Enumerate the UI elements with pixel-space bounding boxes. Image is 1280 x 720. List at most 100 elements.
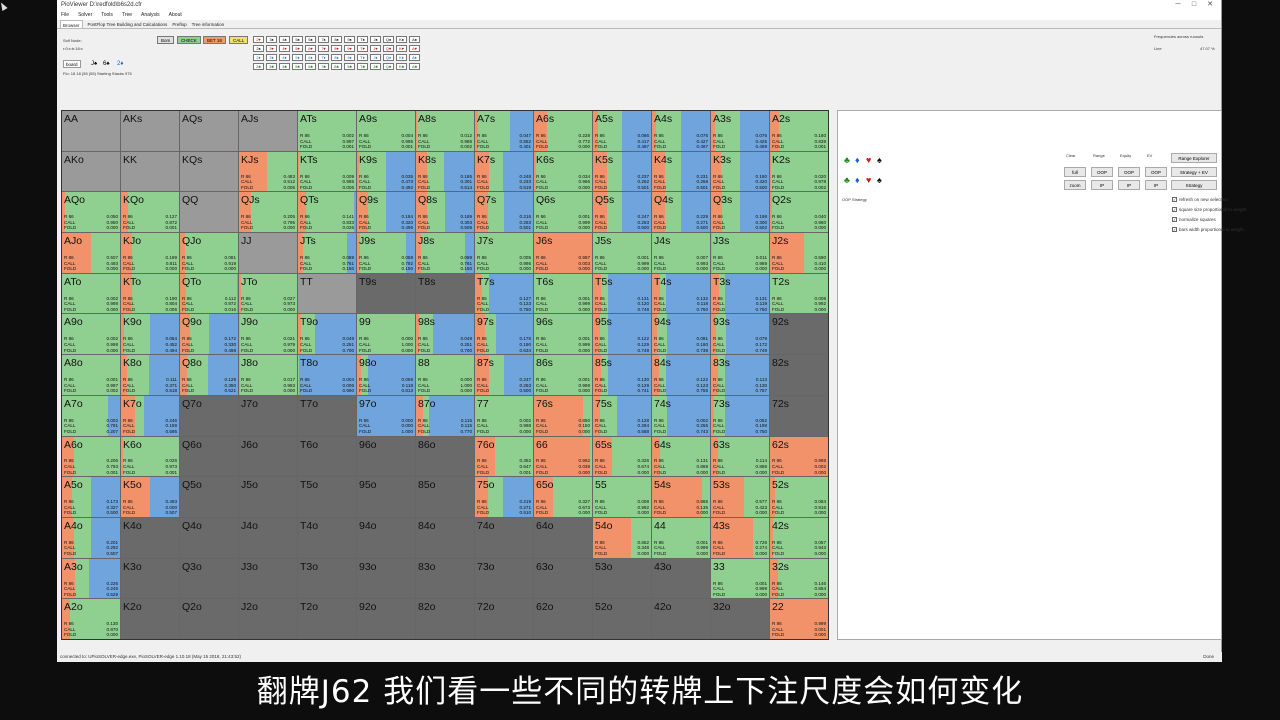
hand-cell[interactable]: 88 R 86 0.000 CALL 1.000 FOLD 0.000	[416, 355, 474, 395]
hand-cell[interactable]: T3s R 86 0.131 CALL 0.119 FOLD 0.750	[711, 273, 769, 314]
hand-cell[interactable]: 85s R 86 0.130 CALL 0.129 FOLD 0.741	[593, 355, 651, 395]
hand-cell[interactable]: K9o R 86 0.054 CALL 0.452 FOLD 0.494	[121, 314, 179, 355]
hand-cell[interactable]: ATs R 86 0.002 CALL 0.997 FOLD 0.001	[298, 111, 356, 151]
turn-card[interactable]: 7♦	[318, 54, 329, 61]
equity-label[interactable]: Equity	[1120, 153, 1131, 158]
hand-cell[interactable]: 97o R 86 0.000 CALL 0.000 FOLD 1.000	[357, 395, 415, 436]
hand-cell[interactable]: Q7s R 86 0.216 CALL 0.283 FOLD 0.501	[475, 192, 533, 233]
hand-cell[interactable]: Q8s R 86 0.189 CALL 0.303 FOLD 0.508	[416, 192, 474, 233]
hand-cell[interactable]: 99 R 86 0.000 CALL 1.000 FOLD 0.000	[357, 314, 415, 355]
turn-card[interactable]: 8♣	[331, 63, 342, 70]
hand-cell[interactable]: K8o R 86 0.111 CALL 0.371 FOLD 0.518	[121, 355, 179, 395]
hand-cell[interactable]: 54o R 86 0.652 CALL 0.348 FOLD 0.000	[593, 517, 651, 558]
turn-card[interactable]: 7♣	[318, 63, 329, 70]
turn-card[interactable]: 8♥	[331, 45, 342, 52]
equity-oop-button[interactable]: OOP	[1118, 167, 1140, 177]
hand-cell[interactable]: J8s R 86 0.089 CALL 0.761 FOLD 0.150	[416, 233, 474, 273]
hand-cell[interactable]: 52s R 86 0.084 CALL 0.916 FOLD 0.000	[770, 477, 828, 517]
minimize-icon[interactable]: ─	[1173, 0, 1183, 10]
turn-card[interactable]: A♥	[409, 45, 420, 52]
turn-card[interactable]: 6♣	[305, 63, 316, 70]
hand-cell[interactable]: KQo R 86 0.127 CALL 0.872 FOLD 0.001	[121, 192, 179, 233]
turn-card[interactable]: A♠	[409, 36, 420, 43]
hand-cell[interactable]: 96o	[357, 436, 415, 477]
hand-cell[interactable]: A8o R 86 0.001 CALL 0.997 FOLD 0.002	[62, 355, 120, 395]
hand-cell[interactable]: 86s R 86 0.001 CALL 0.999 FOLD 0.000	[534, 355, 592, 395]
hand-cell[interactable]: T5s R 86 0.131 CALL 0.120 FOLD 0.749	[593, 273, 651, 314]
hand-cell[interactable]: 98o R 86 0.069 CALL 0.118 FOLD 0.813	[357, 355, 415, 395]
hand-cell[interactable]: 54s R 86 0.865 CALL 0.135 FOLD 0.000	[652, 477, 710, 517]
hand-cell[interactable]: K4o	[121, 517, 179, 558]
hand-cell[interactable]: AKo	[62, 151, 120, 192]
hand-cell[interactable]: A9s R 86 0.004 CALL 0.995 FOLD 0.001	[357, 111, 415, 151]
turn-card[interactable]: A♦	[409, 54, 420, 61]
hand-cell[interactable]: J4s R 86 0.007 CALL 0.993 FOLD 0.000	[652, 233, 710, 273]
club-suit-icon[interactable]: ♣	[844, 155, 850, 165]
hand-cell[interactable]: 55 R 86 0.008 CALL 0.992 FOLD 0.000	[593, 477, 651, 517]
hand-cell[interactable]: 76o R 86 0.352 CALL 0.647 FOLD 0.001	[475, 436, 533, 477]
hand-cell[interactable]: QJo R 86 0.081 CALL 0.919 FOLD 0.000	[180, 233, 238, 273]
turn-card[interactable]: 5♠	[292, 36, 303, 43]
turn-card[interactable]: 2♦	[253, 54, 264, 61]
turn-card[interactable]: 7♥	[318, 45, 329, 52]
hand-cell[interactable]: Q9s R 86 0.184 CALL 0.320 FOLD 0.496	[357, 192, 415, 233]
action-button[interactable]: CHECK	[177, 36, 201, 44]
turn-card[interactable]: 4♠	[279, 36, 290, 43]
turn-card[interactable]: J♠	[370, 36, 381, 43]
hand-cell[interactable]: A6s R 86 0.228 CALL 0.772 FOLD 0.000	[534, 111, 592, 151]
menu-item[interactable]: Analysis	[141, 10, 160, 20]
hand-cell[interactable]: 62o	[534, 599, 592, 639]
turn-card[interactable]: 2♥	[253, 36, 264, 43]
hand-cell[interactable]: T7s R 86 0.127 CALL 0.123 FOLD 0.750	[475, 273, 533, 314]
hand-cell[interactable]: QTs R 86 0.141 CALL 0.833 FOLD 0.026	[298, 192, 356, 233]
turn-card[interactable]: 9♥	[344, 45, 355, 52]
hand-cell[interactable]: QQ	[180, 192, 238, 233]
hand-cell[interactable]: K7o R 86 0.246 CALL 0.159 FOLD 0.595	[121, 395, 179, 436]
hand-cell[interactable]: K4s R 86 0.231 CALL 0.268 FOLD 0.501	[652, 151, 710, 192]
hand-cell[interactable]: J7o	[239, 395, 297, 436]
hand-cell[interactable]: 72s	[770, 395, 828, 436]
hand-cell[interactable]: T4s R 86 0.132 CALL 0.118 FOLD 0.750	[652, 273, 710, 314]
turn-card[interactable]: 7♠	[318, 36, 329, 43]
heart-suit-icon[interactable]: ♥	[866, 175, 871, 185]
hand-cell[interactable]: A6o R 86 0.206 CALL 0.793 FOLD 0.001	[62, 436, 120, 477]
turn-card[interactable]: A♣	[409, 63, 420, 70]
hand-cell[interactable]: A5s R 86 0.086 CALL 0.417 FOLD 0.497	[593, 111, 651, 151]
turn-card[interactable]: K♠	[396, 36, 407, 43]
turn-card[interactable]: T♠	[357, 36, 368, 43]
hand-cell[interactable]: 33 R 86 0.001 CALL 0.999 FOLD 0.000	[711, 558, 769, 599]
turn-card[interactable]: K♣	[396, 63, 407, 70]
hand-cell[interactable]: 94o	[357, 517, 415, 558]
square-size-checkbox[interactable]: ✓ square size proportional to weight	[1172, 207, 1246, 212]
hand-cell[interactable]: Q2s R 86 0.040 CALL 0.960 FOLD 0.000	[770, 192, 828, 233]
tab-item[interactable]: Browser	[60, 20, 83, 28]
hand-cell[interactable]: 95s R 86 0.122 CALL 0.129 FOLD 0.749	[593, 314, 651, 355]
clear-label[interactable]: Clear	[1066, 153, 1076, 158]
turn-card[interactable]: 6♦	[305, 54, 316, 61]
tab-item[interactable]: Preflop	[172, 20, 186, 28]
hand-cell[interactable]: TT	[298, 273, 356, 314]
tab-item[interactable]: Tree information	[192, 20, 225, 28]
hand-cell[interactable]: 98s R 86 0.049 CALL 0.251 FOLD 0.700	[416, 314, 474, 355]
strategy-ev-button[interactable]: Strategy + EV	[1171, 167, 1217, 177]
hand-cell[interactable]: 82s	[770, 355, 828, 395]
hand-cell[interactable]: AQs	[180, 111, 238, 151]
turn-card[interactable]: 4♥	[279, 45, 290, 52]
hand-cell[interactable]: 95o	[357, 477, 415, 517]
hand-cell[interactable]: 73o	[475, 558, 533, 599]
hand-cell[interactable]: J6o	[239, 436, 297, 477]
hand-cell[interactable]: 83s R 86 0.113 CALL 0.130 FOLD 0.757	[711, 355, 769, 395]
hand-cell[interactable]: Q8o R 86 0.129 CALL 0.350 FOLD 0.521	[180, 355, 238, 395]
hand-cell[interactable]: K3o	[121, 558, 179, 599]
menu-item[interactable]: About	[169, 10, 182, 20]
hand-cell[interactable]: Q5s R 86 0.247 CALL 0.253 FOLD 0.500	[593, 192, 651, 233]
menu-item[interactable]: Tree	[122, 10, 132, 20]
hand-cell[interactable]: KQs	[180, 151, 238, 192]
turn-card[interactable]: 9♠	[344, 36, 355, 43]
hand-cell[interactable]: J2s R 86 0.590 CALL 0.410 FOLD 0.000	[770, 233, 828, 273]
turn-card[interactable]: 2♣	[253, 63, 264, 70]
hand-cell[interactable]: JTo R 86 0.027 CALL 0.973 FOLD 0.000	[239, 273, 297, 314]
hand-cell[interactable]: 22 R 86 0.999 CALL 0.001 FOLD 0.000	[770, 599, 828, 639]
turn-card[interactable]: 9♣	[344, 63, 355, 70]
hand-cell[interactable]: Q3s R 86 0.198 CALL 0.300 FOLD 0.502	[711, 192, 769, 233]
